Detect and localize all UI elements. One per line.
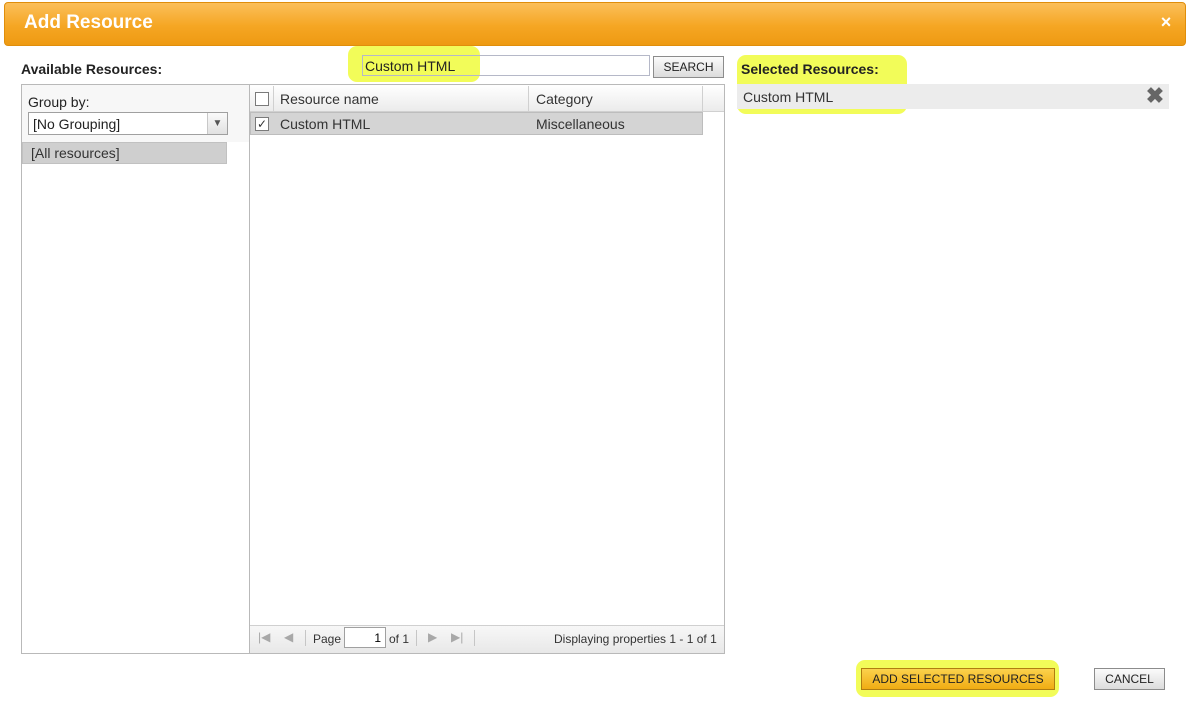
next-page-icon[interactable]: ▶	[428, 630, 437, 644]
close-icon[interactable]: ×	[1157, 12, 1175, 32]
row-resource-name: Custom HTML	[280, 116, 371, 132]
column-header-resource-name[interactable]: Resource name	[280, 91, 379, 107]
dialog-titlebar	[4, 2, 1186, 46]
search-button[interactable]: SEARCH	[653, 56, 724, 78]
group-by-label: Group by:	[28, 94, 90, 110]
last-page-icon[interactable]: ▶|	[451, 630, 463, 644]
pager-display-text: Displaying properties 1 - 1 of 1	[554, 632, 717, 646]
group-panel	[21, 84, 250, 654]
group-by-select[interactable]: [No Grouping] ▼	[28, 112, 228, 135]
search-input[interactable]	[362, 55, 650, 76]
resource-grid	[249, 84, 725, 654]
group-item-all-resources[interactable]: [All resources]	[22, 142, 227, 164]
pager-separator	[416, 630, 417, 646]
selected-item-label: Custom HTML	[743, 89, 834, 105]
add-selected-resources-button[interactable]: ADD SELECTED RESOURCES	[861, 668, 1055, 690]
selected-resources-label: Selected Resources:	[741, 61, 879, 77]
row-category: Miscellaneous	[536, 116, 625, 132]
group-item-label: [All resources]	[31, 145, 120, 161]
column-separator	[528, 86, 529, 111]
remove-icon[interactable]: ✖	[1143, 84, 1167, 108]
available-resources-label: Available Resources:	[21, 61, 163, 77]
column-separator	[273, 86, 274, 111]
chevron-down-icon[interactable]: ▼	[207, 113, 227, 134]
pager-separator	[474, 630, 475, 646]
first-page-icon[interactable]: |◀	[258, 630, 270, 644]
page-number-input[interactable]	[344, 627, 386, 648]
column-separator	[702, 86, 703, 111]
group-by-value: [No Grouping]	[33, 116, 121, 132]
page-label: Page	[313, 632, 342, 646]
select-all-checkbox[interactable]	[255, 92, 269, 106]
row-checkbox[interactable]: ✓	[255, 117, 269, 131]
page-of-label: of 1	[389, 632, 410, 646]
pager-separator	[305, 630, 306, 646]
cancel-button[interactable]: CANCEL	[1094, 668, 1165, 690]
prev-page-icon[interactable]: ◀	[284, 630, 293, 644]
column-header-category[interactable]: Category	[536, 91, 593, 107]
dialog-title: Add Resource	[24, 12, 153, 33]
